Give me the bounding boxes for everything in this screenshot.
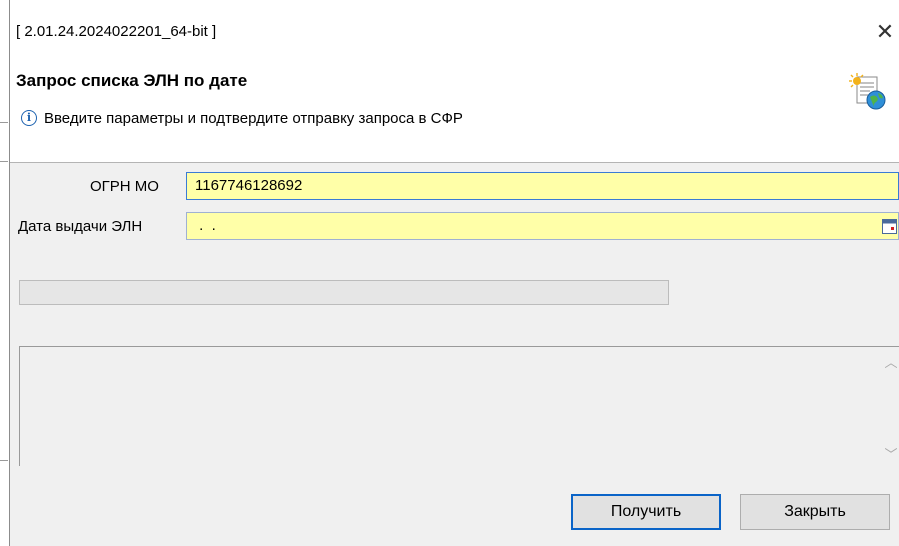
ogrn-field[interactable]: 1167746128692 — [186, 172, 899, 200]
scroll-down-icon[interactable]: ﹀ — [883, 447, 899, 463]
get-button[interactable]: Получить — [571, 494, 721, 530]
date-value: . . — [195, 217, 216, 234]
info-message: Введите параметры и подтвердите отправку… — [44, 110, 463, 127]
close-button[interactable]: Закрыть — [740, 494, 890, 530]
title-bar: [ 2.01.24.2024022201_64-bit ] ✕ — [10, 0, 899, 58]
date-label: Дата выдачи ЭЛН — [18, 218, 143, 235]
window-title: [ 2.01.24.2024022201_64-bit ] — [16, 23, 217, 40]
scroll-up-icon[interactable]: ︿ — [883, 355, 899, 371]
log-textarea[interactable]: ︿ ﹀ — [19, 346, 899, 466]
background-window-edge — [0, 0, 9, 546]
info-icon: i — [21, 110, 37, 126]
dialog-header: Запрос списка ЭЛН по дате i Введите пара… — [10, 58, 899, 163]
ogrn-value: 1167746128692 — [195, 177, 303, 194]
calendar-icon[interactable] — [882, 218, 897, 234]
ogrn-label: ОГРН МО — [90, 178, 159, 195]
wizard-document-globe-icon — [849, 73, 886, 110]
issue-date-field[interactable]: . . — [186, 212, 899, 240]
dialog-window: [ 2.01.24.2024022201_64-bit ] ✕ Запрос с… — [9, 0, 899, 546]
close-icon[interactable]: ✕ — [871, 18, 899, 46]
progress-bar — [19, 280, 669, 305]
page-title: Запрос списка ЭЛН по дате — [16, 71, 248, 90]
